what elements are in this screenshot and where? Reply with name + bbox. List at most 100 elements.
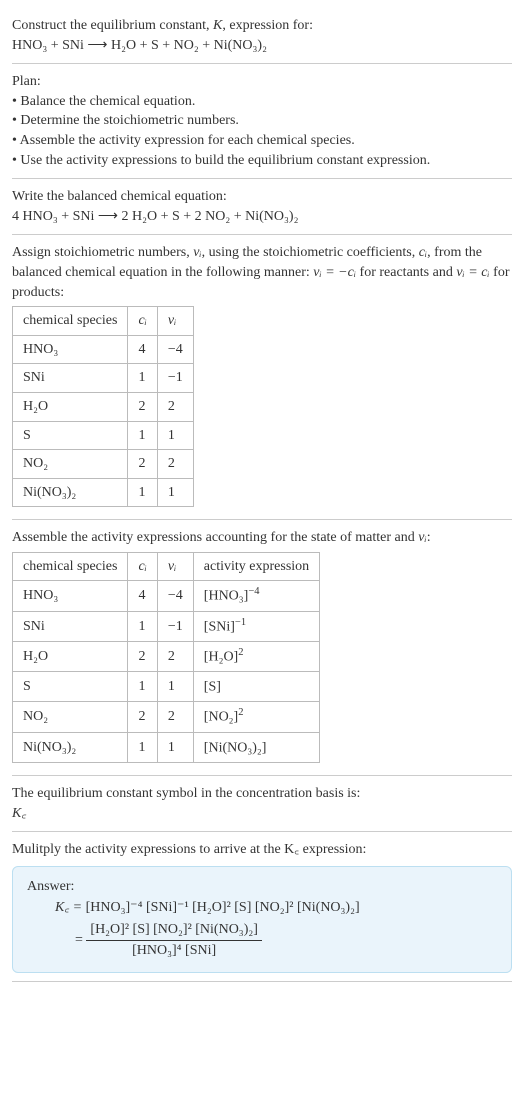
plan-section: Plan: • Balance the chemical equation. •… (12, 64, 512, 179)
cell: 2 (157, 702, 193, 732)
assign-ci: cᵢ (419, 245, 427, 260)
cell: [Ni(NO₃)₂] (193, 732, 319, 762)
cell: S (13, 421, 128, 450)
cell: 2 (157, 641, 193, 671)
cell: −4 (157, 335, 193, 364)
expr-sup: −4 (248, 586, 259, 597)
th-ci: cᵢ (128, 307, 157, 336)
answer-eq1: K꜀ = [HNO₃]⁻⁴ [SNi]⁻¹ [H₂O]² [S] [NO₂]² … (27, 898, 497, 918)
answer-box: Answer: K꜀ = [HNO₃]⁻⁴ [SNi]⁻¹ [H₂O]² [S]… (12, 866, 512, 973)
cell: 2 (157, 392, 193, 421)
table-row: SNi1−1 (13, 364, 194, 393)
th-nu: νᵢ (157, 307, 193, 336)
table-row: Ni(NO₃)₂11 (13, 478, 194, 507)
cell: [H₂O]2 (193, 641, 319, 671)
th-activity: activity expression (193, 552, 319, 581)
assign-nu: νᵢ (193, 245, 201, 260)
expr-base: [H₂O] (204, 650, 238, 665)
cell: NO₂ (13, 702, 128, 732)
cell: 2 (128, 392, 157, 421)
assign-section: Assign stoichiometric numbers, νᵢ, using… (12, 235, 512, 520)
cell: 4 (128, 335, 157, 364)
plan-item: • Use the activity expressions to build … (12, 151, 512, 171)
expr-base: [HNO₃] (204, 589, 249, 604)
assemble-t1: Assemble the activity expressions accoun… (12, 530, 418, 545)
assign-t1: Assign stoichiometric numbers, (12, 245, 193, 260)
cell: H₂O (13, 641, 128, 671)
cell: 2 (157, 450, 193, 479)
balanced-intro: Write the balanced chemical equation: (12, 187, 512, 207)
basis-symbol: K꜀ (12, 804, 512, 824)
assign-text: Assign stoichiometric numbers, νᵢ, using… (12, 243, 512, 302)
cell: 1 (128, 478, 157, 507)
cell: [NO₂]2 (193, 702, 319, 732)
intro-text-1: Construct the equilibrium constant, (12, 18, 213, 33)
cell: [SNi]−1 (193, 611, 319, 641)
cell: −1 (157, 611, 193, 641)
basis-line: The equilibrium constant symbol in the c… (12, 784, 512, 804)
table-header-row: chemical species cᵢ νᵢ activity expressi… (13, 552, 320, 581)
cell: 1 (157, 672, 193, 702)
stoich-table: chemical species cᵢ νᵢ HNO₃4−4 SNi1−1 H₂… (12, 306, 194, 507)
assign-rel1: νᵢ = −cᵢ (313, 265, 356, 280)
intro-equation: HNO₃ + SNi ⟶ H₂O + S + NO₂ + Ni(NO₃)₂ (12, 36, 512, 56)
cell: HNO₃ (13, 581, 128, 611)
table-row: NO₂22[NO₂]2 (13, 702, 320, 732)
cell: HNO₃ (13, 335, 128, 364)
multiply-section: Mulitply the activity expressions to arr… (12, 832, 512, 982)
answer-flat: [HNO₃]⁻⁴ [SNi]⁻¹ [H₂O]² [S] [NO₂]² [Ni(N… (86, 900, 360, 915)
plan-item: • Determine the stoichiometric numbers. (12, 111, 512, 131)
expr-sup: 2 (238, 707, 243, 718)
assign-rel2: νᵢ = cᵢ (456, 265, 489, 280)
table-row: H₂O22[H₂O]2 (13, 641, 320, 671)
table-row: H₂O22 (13, 392, 194, 421)
expr-base: [S] (204, 680, 221, 695)
table-header-row: chemical species cᵢ νᵢ (13, 307, 194, 336)
table-row: S11[S] (13, 672, 320, 702)
cell: 2 (128, 450, 157, 479)
multiply-line: Mulitply the activity expressions to arr… (12, 840, 512, 860)
th-nu: νᵢ (157, 552, 193, 581)
answer-lhs: K꜀ = (55, 900, 86, 915)
assemble-t2: : (427, 530, 431, 545)
cell: 2 (128, 702, 157, 732)
assemble-text: Assemble the activity expressions accoun… (12, 528, 512, 548)
assemble-section: Assemble the activity expressions accoun… (12, 520, 512, 776)
cell: −4 (157, 581, 193, 611)
cell: [HNO₃]−4 (193, 581, 319, 611)
cell: 1 (157, 421, 193, 450)
cell: 2 (128, 641, 157, 671)
cell: 1 (157, 732, 193, 762)
th-ci: cᵢ (128, 552, 157, 581)
expr-base: [NO₂] (204, 710, 238, 725)
th-species: chemical species (13, 552, 128, 581)
cell: 1 (128, 672, 157, 702)
intro-section: Construct the equilibrium constant, K, e… (12, 8, 512, 64)
cell: −1 (157, 364, 193, 393)
cell: Ni(NO₃)₂ (13, 732, 128, 762)
assign-t4: for reactants and (356, 265, 456, 280)
cell: NO₂ (13, 450, 128, 479)
cell: H₂O (13, 392, 128, 421)
plan-item: • Assemble the activity expression for e… (12, 131, 512, 151)
plan-heading: Plan: (12, 72, 512, 92)
table-row: NO₂22 (13, 450, 194, 479)
assemble-nu: νᵢ (418, 530, 426, 545)
cell: SNi (13, 611, 128, 641)
table-row: S11 (13, 421, 194, 450)
cell: 1 (128, 732, 157, 762)
assign-t2: , using the stoichiometric coefficients, (202, 245, 419, 260)
plan-item: • Balance the chemical equation. (12, 92, 512, 112)
cell: [S] (193, 672, 319, 702)
answer-label: Answer: (27, 877, 497, 897)
intro-text-1b: , expression for: (222, 18, 313, 33)
cell: 1 (128, 364, 157, 393)
answer-eq2: = [H₂O]² [S] [NO₂]² [Ni(NO₃)₂] [HNO₃]⁴ [… (27, 920, 497, 960)
cell: 1 (157, 478, 193, 507)
answer-fraction: [H₂O]² [S] [NO₂]² [Ni(NO₃)₂] [HNO₃]⁴ [SN… (86, 920, 262, 960)
table-row: HNO₃4−4[HNO₃]−4 (13, 581, 320, 611)
table-row: SNi1−1[SNi]−1 (13, 611, 320, 641)
table-row: HNO₃4−4 (13, 335, 194, 364)
cell: SNi (13, 364, 128, 393)
th-species: chemical species (13, 307, 128, 336)
